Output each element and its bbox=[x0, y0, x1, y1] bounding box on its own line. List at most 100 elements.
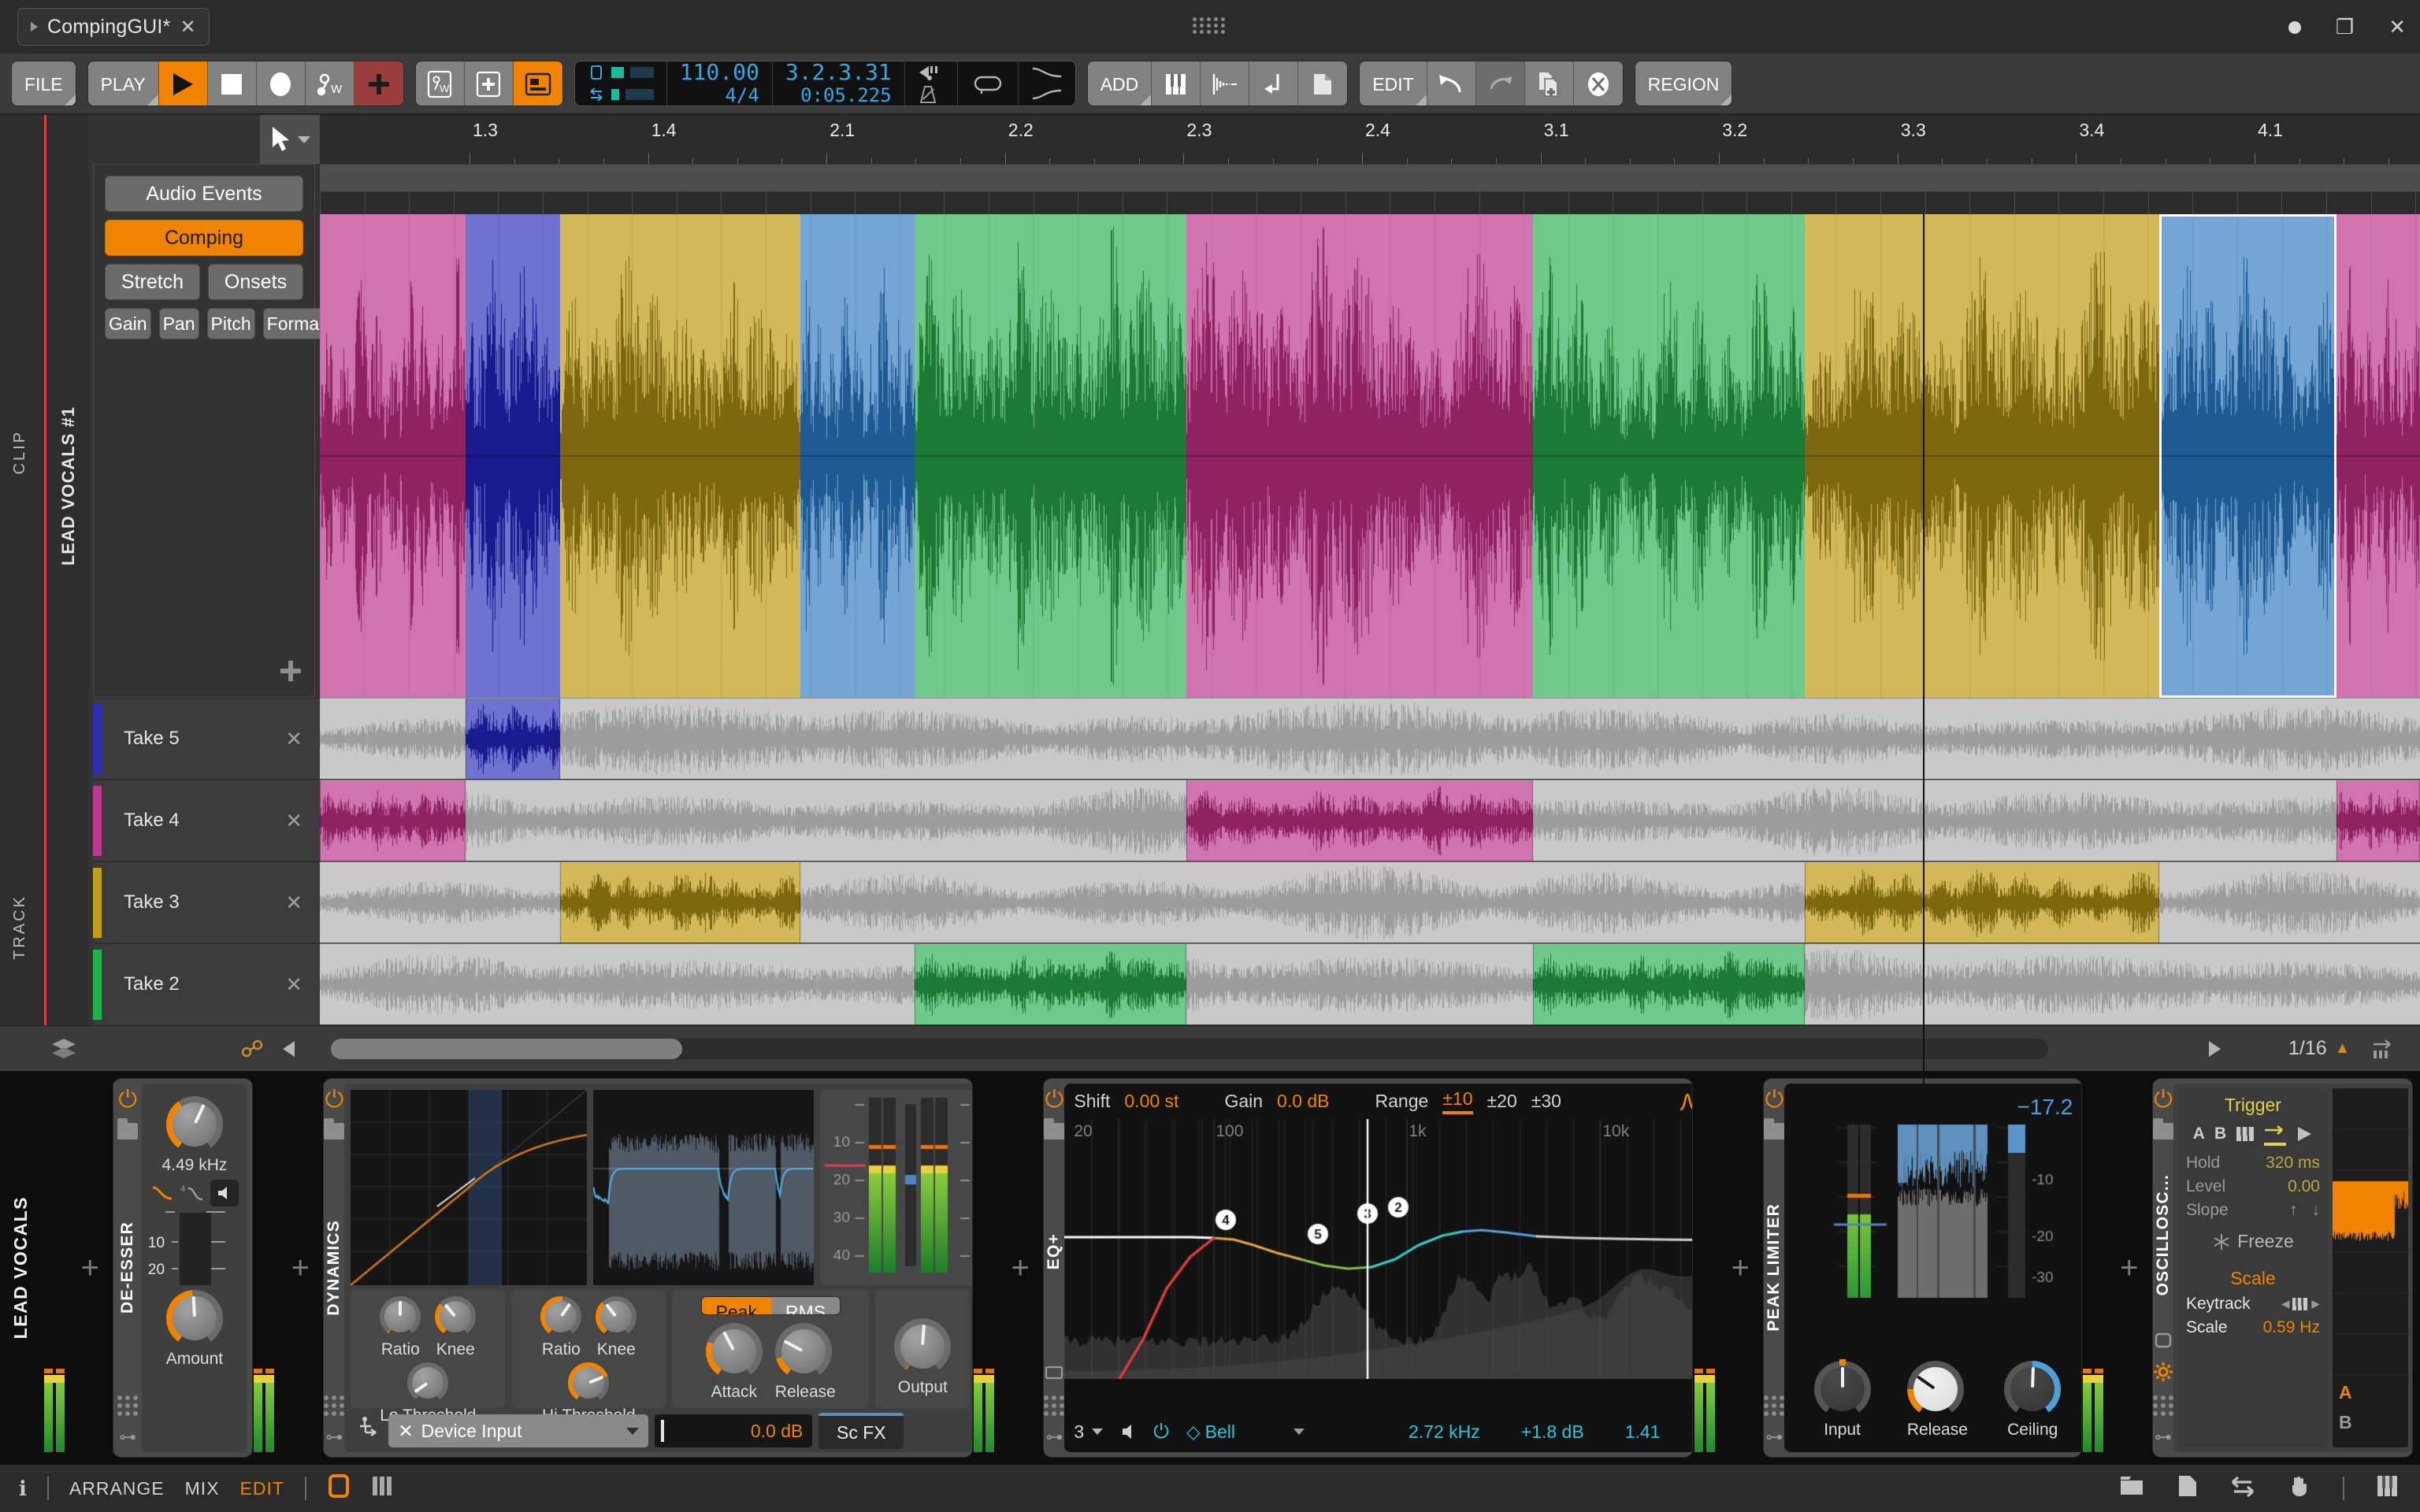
dynamics-hi-knee-knob[interactable] bbox=[596, 1296, 637, 1337]
redo-icon[interactable] bbox=[1475, 61, 1525, 106]
preset-folder-icon[interactable] bbox=[1044, 1118, 1065, 1140]
tab-expand-icon[interactable] bbox=[31, 22, 38, 32]
keyboard-icon[interactable] bbox=[1152, 61, 1201, 106]
eq-spectrum-icon[interactable] bbox=[1677, 1092, 1692, 1111]
scope-channel-a[interactable]: A bbox=[2339, 1382, 2352, 1403]
close-icon[interactable]: ✕ bbox=[180, 16, 195, 39]
modulation-icon[interactable]: ⊶ bbox=[325, 1427, 343, 1447]
gear-icon[interactable] bbox=[2153, 1362, 2173, 1386]
drag-dots-icon[interactable] bbox=[1044, 1395, 1065, 1416]
play-menu-button[interactable]: PLAY bbox=[87, 61, 159, 106]
device-eq[interactable]: ⏻ EQ+ ⊶ Shift 0.00 st Gain 0.0 dB Range … bbox=[1044, 1079, 1692, 1457]
add-device-slot-2[interactable]: + bbox=[277, 1071, 324, 1465]
preset-folder-icon[interactable] bbox=[117, 1118, 139, 1140]
take-delete-button[interactable]: ✕ bbox=[285, 891, 302, 915]
limiter-release-knob[interactable] bbox=[1906, 1361, 1964, 1418]
fade-out-icon[interactable] bbox=[1031, 87, 1063, 102]
clip-icon[interactable] bbox=[1298, 61, 1348, 106]
io-arrows-icon[interactable] bbox=[2229, 1475, 2256, 1502]
take-header-row[interactable]: Take 5 ✕ bbox=[93, 698, 320, 779]
scope-hold-value[interactable]: 320 ms bbox=[2266, 1154, 2320, 1173]
dynamics-transfer-curve[interactable] bbox=[351, 1090, 588, 1285]
sidechain-source-select[interactable]: ✕ Device Input bbox=[388, 1414, 649, 1447]
tab-edit[interactable]: EDIT bbox=[240, 1478, 284, 1499]
eq-band-power-icon[interactable]: ⏻ bbox=[1153, 1421, 1169, 1443]
modulation-icon[interactable]: ⊶ bbox=[2155, 1427, 2172, 1447]
drag-dots-icon[interactable] bbox=[2152, 1395, 2173, 1416]
deesser-frequency-knob[interactable] bbox=[165, 1096, 223, 1153]
automation-icon[interactable]: W bbox=[415, 61, 465, 106]
take-lane[interactable] bbox=[320, 698, 2420, 779]
link-icon[interactable] bbox=[240, 1039, 264, 1059]
inspector-pitch-button[interactable]: Pitch bbox=[206, 308, 255, 339]
mixer-icon[interactable] bbox=[371, 1475, 393, 1502]
take-delete-button[interactable]: ✕ bbox=[285, 973, 302, 997]
snap-icon[interactable] bbox=[2371, 1038, 2395, 1060]
take-delete-button[interactable]: ✕ bbox=[285, 809, 302, 833]
scope-display[interactable]: A B bbox=[2332, 1088, 2408, 1447]
comp-region[interactable] bbox=[2336, 214, 2420, 698]
arrow-right-icon[interactable] bbox=[2264, 1122, 2287, 1146]
insert-down-icon[interactable] bbox=[1249, 61, 1299, 106]
take-header-row[interactable]: Take 2 ✕ bbox=[93, 943, 320, 1025]
scope-level-value[interactable]: 0.00 bbox=[2288, 1177, 2320, 1196]
audio-event-icon[interactable] bbox=[1201, 61, 1250, 106]
scope-slope-up[interactable]: ↑ bbox=[2289, 1201, 2298, 1220]
dynamics-lo-knee-knob[interactable] bbox=[435, 1296, 477, 1337]
keyboard-icon[interactable] bbox=[2236, 1126, 2255, 1142]
take-color-swatch[interactable] bbox=[93, 949, 102, 1020]
plus-box-icon[interactable] bbox=[464, 61, 514, 106]
add-take-button[interactable] bbox=[93, 644, 320, 698]
add-device-slot-4[interactable]: + bbox=[1717, 1071, 1764, 1465]
fade-in-icon[interactable] bbox=[1031, 65, 1063, 80]
comp-lane[interactable] bbox=[320, 214, 2420, 698]
device-peak-limiter[interactable]: ⏻ PEAK LIMITER ⊶ −17.2 Input Release Cei… bbox=[1764, 1079, 2081, 1457]
tab-arrange[interactable]: ARRANGE bbox=[69, 1478, 165, 1499]
file-icon[interactable] bbox=[2177, 1474, 2198, 1503]
chevron-down-icon[interactable] bbox=[626, 1427, 640, 1435]
eq-band-type[interactable]: Bell bbox=[1205, 1421, 1235, 1443]
take-lane[interactable] bbox=[320, 943, 2420, 1025]
add-device-slot-3[interactable]: + bbox=[997, 1071, 1044, 1465]
panel-icon[interactable] bbox=[327, 1473, 351, 1503]
timeline-band[interactable] bbox=[320, 164, 2420, 192]
drag-dots-icon[interactable] bbox=[117, 1395, 139, 1416]
triangle-right-icon[interactable] bbox=[2206, 1040, 2223, 1058]
stop-icon[interactable] bbox=[207, 61, 257, 106]
keyboard-icon[interactable] bbox=[2376, 1474, 2401, 1503]
play-icon[interactable] bbox=[158, 61, 208, 106]
dynamics-hi-ratio-knob[interactable] bbox=[540, 1296, 582, 1337]
eq-range-20-button[interactable]: ±20 bbox=[1487, 1091, 1517, 1112]
play-icon[interactable] bbox=[2296, 1125, 2313, 1143]
add-device-slot-1[interactable]: + bbox=[66, 1071, 113, 1465]
automation-write-icon[interactable]: W bbox=[305, 61, 354, 106]
drag-dots-icon[interactable] bbox=[324, 1395, 345, 1416]
comp-region[interactable] bbox=[1186, 214, 1533, 698]
eq-range-30-button[interactable]: ±30 bbox=[1531, 1091, 1561, 1112]
sidechain-gain-field[interactable]: 0.0 dB bbox=[655, 1414, 813, 1447]
inspector-pan-button[interactable]: Pan bbox=[158, 308, 199, 339]
eq-range-10-button[interactable]: ±10 bbox=[1442, 1088, 1473, 1114]
loop-icon[interactable] bbox=[971, 73, 1005, 94]
region-menu-button[interactable]: REGION bbox=[1635, 61, 1732, 106]
dynamics-detection-mode[interactable]: Peak RMS bbox=[700, 1296, 841, 1315]
eq-band-freq[interactable]: 2.72 kHz bbox=[1409, 1421, 1480, 1443]
modulation-icon[interactable]: ⊶ bbox=[1045, 1427, 1063, 1447]
power-icon[interactable]: ⏻ bbox=[1765, 1088, 1784, 1112]
inspector-stretch-button[interactable]: Stretch bbox=[105, 264, 200, 300]
add-menu-button[interactable]: ADD bbox=[1087, 61, 1152, 106]
take-delete-button[interactable]: ✕ bbox=[285, 727, 302, 751]
comp-region[interactable] bbox=[915, 214, 1186, 698]
inspector-audio-events-button[interactable]: Audio Events bbox=[105, 176, 303, 212]
chevron-down-icon[interactable] bbox=[1092, 1429, 1104, 1435]
hand-icon[interactable] bbox=[2288, 1474, 2311, 1503]
maximize-button[interactable]: ❐ bbox=[2336, 17, 2354, 37]
take-color-swatch[interactable] bbox=[93, 703, 102, 774]
power-icon[interactable]: ⏻ bbox=[325, 1088, 343, 1112]
metronome-icon[interactable] bbox=[918, 85, 938, 104]
comp-region[interactable] bbox=[560, 214, 800, 698]
modulation-icon[interactable]: ⊶ bbox=[119, 1427, 136, 1447]
scope-mode-a[interactable]: A bbox=[2193, 1125, 2205, 1143]
scope-freeze-label[interactable]: Freeze bbox=[2237, 1231, 2294, 1252]
horizontal-scrollbar-thumb[interactable] bbox=[331, 1039, 682, 1059]
